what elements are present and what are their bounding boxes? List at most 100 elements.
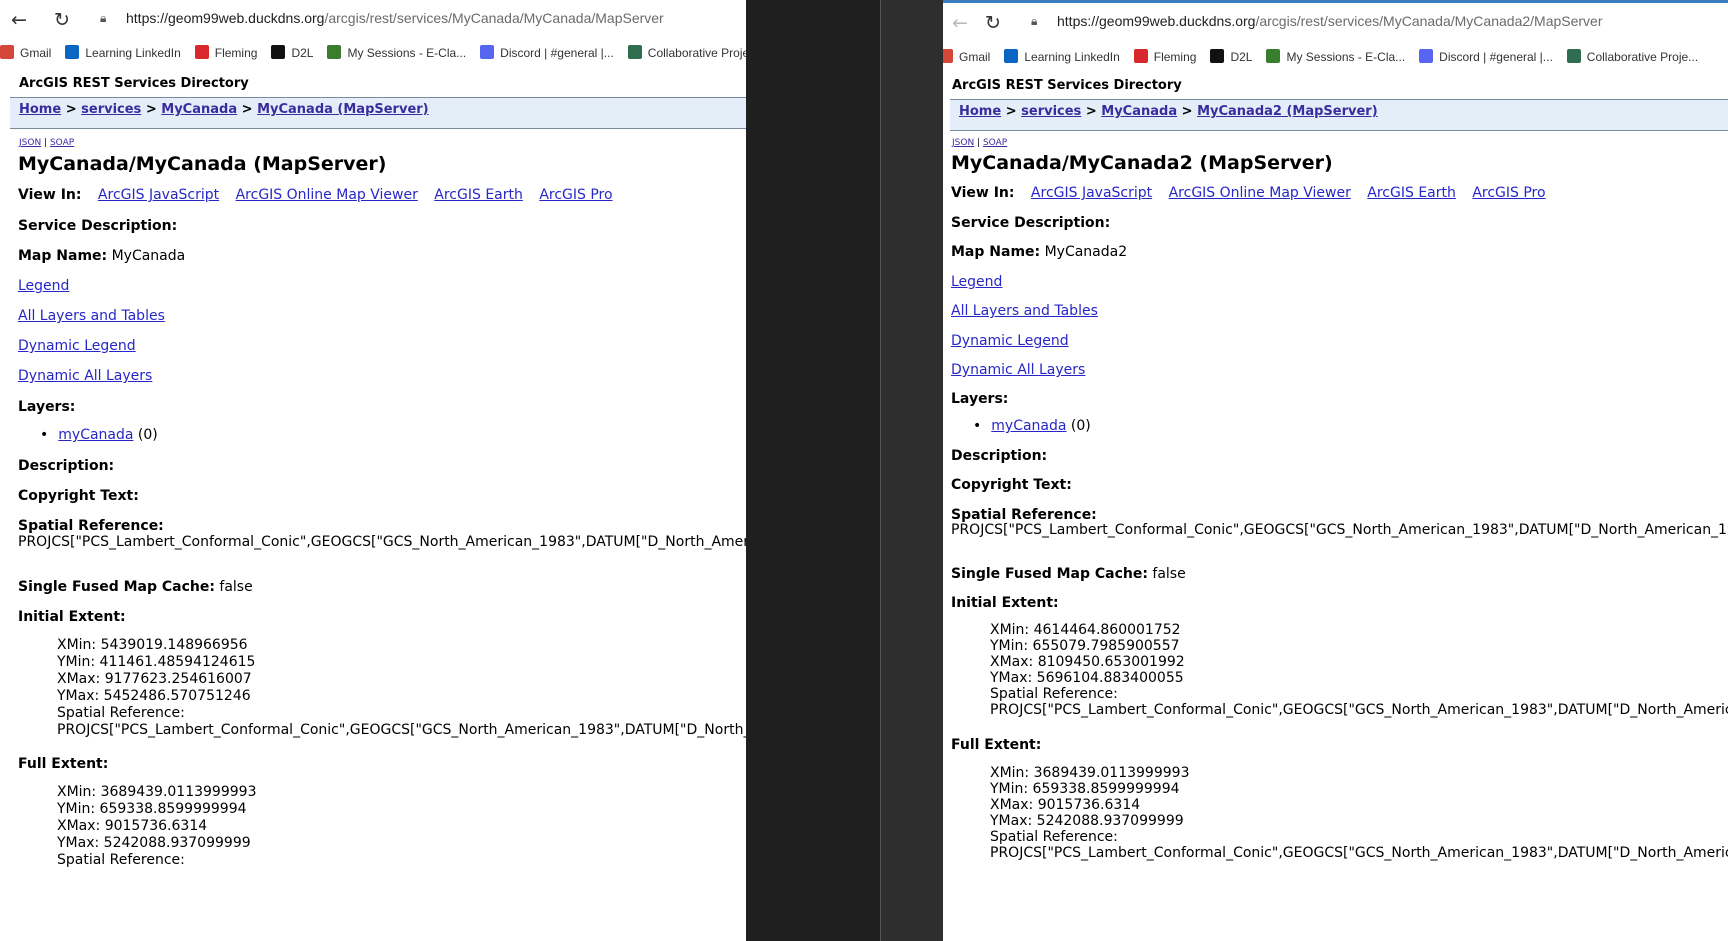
linkedin-learning-icon — [1004, 49, 1019, 63]
bookmark-item[interactable]: Discord | #general |... — [480, 40, 614, 66]
view-in-row: View In: ArcGIS JavaScript ArcGIS Online… — [951, 185, 1546, 201]
description-label: Description: — [18, 458, 115, 474]
format-links: JSON | SOAP — [952, 138, 1008, 148]
breadcrumb: Home > services > MyCanada > MyCanada (M… — [10, 97, 746, 129]
bookmark-label: Fleming — [1153, 50, 1197, 64]
bookmark-item[interactable]: Collaborative Proje... — [627, 40, 746, 66]
sessions-icon — [1266, 49, 1281, 63]
view-in-arcgis-earth[interactable]: ArcGIS Earth — [1367, 185, 1456, 201]
breadcrumb-folder[interactable]: MyCanada — [161, 102, 237, 117]
view-in-arcgis-pro[interactable]: ArcGIS Pro — [1472, 185, 1545, 201]
back-arrow-icon[interactable]: ← — [949, 12, 971, 34]
initial-xmax: XMax: 9177623.254616007 — [57, 671, 252, 687]
bookmark-item[interactable]: My Sessions - E-Cla... — [327, 40, 466, 66]
initial-xmin: XMin: 5439019.148966956 — [57, 637, 248, 653]
fleming-icon — [1133, 49, 1148, 63]
breadcrumb-home[interactable]: Home — [959, 104, 1001, 119]
view-in-arcgis-javascript[interactable]: ArcGIS JavaScript — [1031, 185, 1152, 201]
breadcrumb-folder[interactable]: MyCanada — [1101, 104, 1177, 119]
browser-window-left: ← ↻ 🔒︎ https://geom99web.duckdns.org/arc… — [0, 0, 746, 941]
initial-ymin: YMin: 655079.7985900557 — [990, 638, 1180, 654]
description-label: Description: — [951, 448, 1048, 464]
full-xmin: XMin: 3689439.0113999993 — [990, 765, 1190, 781]
single-fused-value: false — [219, 579, 253, 595]
all-layers-link[interactable]: All Layers and Tables — [18, 308, 165, 324]
bookmark-item[interactable]: Discord | #general |... — [1419, 44, 1553, 70]
bookmark-item[interactable]: Gmail — [943, 44, 990, 70]
site-info-icon[interactable]: 🔒︎ — [1031, 13, 1047, 29]
dynamic-all-layers-link[interactable]: Dynamic All Layers — [18, 368, 152, 384]
breadcrumb-home[interactable]: Home — [19, 102, 61, 117]
spatial-reference-value: PROJCS["PCS_Lambert_Conformal_Conic",GEO… — [951, 522, 1728, 538]
full-sr-value: PROJCS["PCS_Lambert_Conformal_Conic",GEO… — [990, 845, 1728, 861]
address-bar[interactable]: 🔒︎ https://geom99web.duckdns.org/arcgis/… — [1021, 7, 1721, 37]
full-extent-block: XMin: 3689439.0113999993 YMin: 659338.85… — [57, 784, 256, 869]
view-in-online-map-viewer[interactable]: ArcGIS Online Map Viewer — [236, 187, 418, 203]
layer-link[interactable]: myCanada — [991, 418, 1066, 434]
full-xmax: XMax: 9015736.6314 — [990, 797, 1141, 813]
breadcrumb-services[interactable]: services — [1021, 104, 1081, 119]
breadcrumb: Home > services > MyCanada > MyCanada2 (… — [950, 99, 1728, 131]
sessions-icon — [327, 45, 342, 59]
spatial-reference-value: PROJCS["PCS_Lambert_Conformal_Conic",GEO… — [18, 534, 746, 550]
legend-link[interactable]: Legend — [18, 278, 69, 294]
view-in-online-map-viewer[interactable]: ArcGIS Online Map Viewer — [1169, 185, 1351, 201]
initial-xmax: XMax: 8109450.653001992 — [990, 654, 1185, 670]
all-layers-link[interactable]: All Layers and Tables — [951, 303, 1098, 319]
copyright-label: Copyright Text: — [18, 488, 139, 504]
dynamic-all-layers-link[interactable]: Dynamic All Layers — [951, 362, 1085, 378]
discord-icon — [480, 45, 495, 59]
gmail-icon — [943, 49, 953, 63]
bookmark-item[interactable]: Fleming — [1133, 44, 1197, 70]
directory-title: ArcGIS REST Services Directory — [19, 76, 249, 91]
full-xmin: XMin: 3689439.0113999993 — [57, 784, 257, 800]
json-link[interactable]: JSON — [19, 138, 41, 148]
site-info-icon[interactable]: 🔒︎ — [100, 10, 116, 26]
json-link[interactable]: JSON — [952, 138, 974, 148]
soap-link[interactable]: SOAP — [50, 138, 74, 148]
initial-extent-block: XMin: 5439019.148966956 YMin: 411461.485… — [57, 637, 746, 739]
reload-icon[interactable]: ↻ — [982, 12, 1004, 34]
browser-toolbar: ← ↻ 🔒︎ https://geom99web.duckdns.org/arc… — [0, 0, 746, 38]
layer-link[interactable]: myCanada — [58, 427, 133, 443]
back-arrow-icon[interactable]: ← — [8, 9, 30, 31]
bookmark-item[interactable]: D2L — [271, 40, 313, 66]
bookmark-label: Collaborative Proje... — [647, 46, 746, 60]
bookmark-label: D2L — [1230, 50, 1253, 64]
bookmark-item[interactable]: Collaborative Proje... — [1566, 44, 1698, 70]
full-extent-label: Full Extent: — [18, 756, 109, 772]
bookmark-label: My Sessions - E-Cla... — [347, 46, 467, 60]
layer-id: (0) — [1070, 418, 1091, 434]
view-in-arcgis-earth[interactable]: ArcGIS Earth — [434, 187, 523, 203]
dynamic-legend-link[interactable]: Dynamic Legend — [18, 338, 136, 354]
dynamic-legend-link[interactable]: Dynamic Legend — [951, 333, 1069, 349]
bookmark-item[interactable]: My Sessions - E-Cla... — [1266, 44, 1405, 70]
soap-link[interactable]: SOAP — [983, 138, 1007, 148]
view-in-arcgis-pro[interactable]: ArcGIS Pro — [539, 187, 612, 203]
layers-label: Layers: — [18, 399, 76, 415]
spatial-reference-label: Spatial Reference: — [951, 507, 1097, 523]
bookmark-item[interactable]: Fleming — [194, 40, 257, 66]
bookmark-item[interactable]: Gmail — [0, 40, 51, 66]
map-name-row: Map Name: MyCanada — [18, 248, 185, 264]
full-xmax: XMax: 9015736.6314 — [57, 818, 208, 834]
map-name-value: MyCanada — [111, 248, 186, 264]
full-sr-label: Spatial Reference: — [57, 852, 185, 868]
legend-link[interactable]: Legend — [951, 274, 1002, 290]
linkedin-learning-icon — [65, 45, 80, 59]
breadcrumb-service[interactable]: MyCanada2 (MapServer) — [1197, 104, 1378, 119]
rest-directory-page: ArcGIS REST Services Directory Home > se… — [0, 70, 746, 941]
bookmark-label: D2L — [291, 46, 314, 60]
bookmark-item[interactable]: D2L — [1210, 44, 1252, 70]
bookmark-item[interactable]: Learning LinkedIn — [1004, 44, 1120, 70]
breadcrumb-service[interactable]: MyCanada (MapServer) — [257, 102, 429, 117]
address-bar[interactable]: 🔒︎ https://geom99web.duckdns.org/arcgis/… — [90, 4, 740, 34]
desktop-gap — [746, 0, 880, 941]
service-heading: MyCanada/MyCanada2 (MapServer) — [951, 152, 1333, 174]
reload-icon[interactable]: ↻ — [51, 9, 73, 31]
window-divider — [880, 0, 943, 941]
bookmark-item[interactable]: Learning LinkedIn — [65, 40, 181, 66]
bookmark-label: Learning LinkedIn — [1024, 50, 1120, 64]
view-in-arcgis-javascript[interactable]: ArcGIS JavaScript — [98, 187, 219, 203]
breadcrumb-services[interactable]: services — [81, 102, 141, 117]
